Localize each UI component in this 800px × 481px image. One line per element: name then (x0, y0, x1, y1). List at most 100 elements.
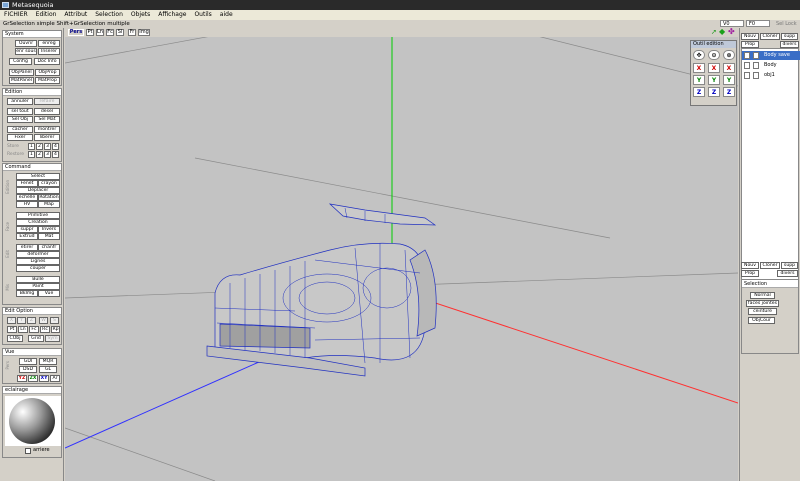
rotate-tool-icon[interactable]: ⊚ (723, 50, 735, 60)
z-scale-button[interactable]: Z (708, 87, 720, 97)
store-4-button[interactable]: 4 (52, 143, 59, 150)
refaire-button[interactable]: refaire (34, 98, 60, 105)
enr-sous-button[interactable]: enr sous (15, 48, 37, 55)
mat-button[interactable]: Mat (38, 233, 60, 240)
list-item[interactable]: Body save (742, 51, 800, 60)
deformer-button[interactable]: deformer (16, 251, 60, 258)
mat-cloner-button[interactable]: Cloner (760, 262, 780, 269)
map-button[interactable]: Map (38, 201, 60, 208)
montrer-button[interactable]: montrer (34, 126, 60, 133)
grid-button[interactable]: Grid (28, 335, 44, 342)
lock-checkbox[interactable] (753, 52, 759, 59)
menu-affichage[interactable]: Affichage (154, 10, 190, 20)
desel-button[interactable]: desel (34, 108, 60, 115)
sym-button[interactable]: Sym (45, 335, 60, 342)
lignes-button[interactable]: Lignes (16, 258, 60, 265)
z-move-button[interactable]: Z (693, 87, 705, 97)
fc-option-button[interactable]: Fc (29, 326, 39, 333)
rotation-button[interactable]: Rotation (38, 194, 60, 201)
zx-view-button[interactable]: ZX (28, 375, 38, 382)
light-sphere-preview[interactable] (5, 396, 61, 446)
mat-prop-button[interactable]: Prop (741, 270, 759, 277)
lock-checkbox[interactable] (753, 62, 759, 69)
sel-mat-button[interactable]: Sel Mat (34, 116, 60, 123)
menu-fichier[interactable]: FICHIER (0, 10, 32, 20)
store-1-button[interactable]: 1 (28, 143, 35, 150)
tab-ln[interactable]: Ln (96, 29, 104, 36)
restore-4-button[interactable]: 4 (52, 151, 59, 158)
ouvrir-button[interactable]: Ouvrir (15, 40, 37, 47)
lock-x-button[interactable]: X (7, 317, 16, 324)
menu-attribut[interactable]: Attribut (60, 10, 91, 20)
x-move-button[interactable]: X (693, 63, 705, 73)
config-button[interactable]: Config (9, 58, 32, 65)
mat-supp-button[interactable]: supp (781, 262, 798, 269)
invers-button[interactable]: Invers (38, 226, 60, 233)
menu-outils[interactable]: Outils (190, 10, 215, 20)
lock-w-button[interactable]: W (39, 317, 48, 324)
echelle-button[interactable]: echelle (16, 194, 38, 201)
move-icon[interactable]: ◆ (719, 28, 725, 36)
liberer-button[interactable]: liberer (34, 134, 60, 141)
cacher-button[interactable]: cacher (7, 126, 33, 133)
ar-view-button[interactable]: Ar (50, 375, 60, 382)
obj-divers-button[interactable]: divers (780, 41, 799, 48)
lock-checkbox[interactable] (753, 72, 759, 79)
y-scale-button[interactable]: Y (708, 75, 720, 85)
bulle-button[interactable]: Bulle (16, 276, 60, 283)
tab-sl[interactable]: Sl (116, 29, 124, 36)
mat-divers-button[interactable]: divers (777, 270, 798, 277)
paint-button[interactable]: Paint (16, 283, 60, 290)
x-scale-button[interactable]: X (708, 63, 720, 73)
suppr-button[interactable]: suppr (16, 226, 38, 233)
obj-prop-button[interactable]: Prop (741, 41, 759, 48)
y-move-button[interactable]: Y (693, 75, 705, 85)
rotate-icon[interactable]: ✤ (728, 28, 735, 36)
select-button[interactable]: Select (16, 173, 60, 180)
couper-button[interactable]: couper (16, 265, 60, 272)
mqr-button[interactable]: MQR (39, 358, 57, 365)
arriere-checkbox[interactable] (25, 448, 31, 454)
objcour-button[interactable]: ObjCour (748, 317, 775, 324)
mat-nouv-button[interactable]: Nouv (741, 262, 759, 269)
menu-aide[interactable]: aide (216, 10, 237, 20)
nav-arrow-icon[interactable]: ➚ (711, 29, 717, 36)
matpanel-button[interactable]: MatPanel (9, 77, 34, 84)
annuler-button[interactable]: annuler (7, 98, 33, 105)
menu-objets[interactable]: Objets (127, 10, 154, 20)
store-2-button[interactable]: 2 (36, 143, 43, 150)
vue-button[interactable]: Vue (38, 290, 60, 297)
gl-button[interactable]: GL (39, 366, 57, 373)
deplacer-button[interactable]: Deplacer (16, 187, 60, 194)
z-rotate-button[interactable]: Z (723, 87, 735, 97)
lock-z-button[interactable]: Z (27, 317, 36, 324)
hv-button[interactable]: HV (16, 201, 38, 208)
ln-option-button[interactable]: Ln (18, 326, 28, 333)
x-rotate-button[interactable]: X (723, 63, 735, 73)
chanfr-button[interactable]: chanfr (38, 244, 60, 251)
doc-info-button[interactable]: Doc Info (34, 58, 60, 65)
tab-fc[interactable]: Fc (106, 29, 114, 36)
xy-view-button[interactable]: XY (39, 375, 49, 382)
faces-jointes-button[interactable]: faces jointes (746, 300, 779, 307)
scale-icon[interactable]: ⊙ (708, 50, 720, 60)
objpanel-button[interactable]: ObjPanel (9, 69, 34, 76)
menu-edition[interactable]: Edition (32, 10, 61, 20)
visibility-checkbox[interactable] (744, 62, 750, 69)
tab-img[interactable]: Img (138, 29, 150, 36)
bkimg-button[interactable]: BkImg (16, 290, 38, 297)
sel-obj-button[interactable]: Sel Obj (7, 116, 33, 123)
creation-button[interactable]: Creation (16, 219, 60, 226)
sel-tout-button[interactable]: sel tout (7, 108, 33, 115)
cobj-button[interactable]: CObj (7, 335, 23, 342)
list-item[interactable]: obj1 (742, 71, 800, 80)
tab-pt[interactable]: Pt (86, 29, 94, 36)
ceinture-button[interactable]: ceinture (748, 308, 777, 315)
restore-3-button[interactable]: 3 (44, 151, 51, 158)
menu-selection[interactable]: Selection (91, 10, 127, 20)
restore-2-button[interactable]: 2 (36, 151, 43, 158)
fenet-button[interactable]: Fenet (16, 180, 38, 187)
obj-nouv-button[interactable]: Nouv (741, 33, 759, 40)
sel-lock-label[interactable]: Sel Lock (776, 20, 797, 28)
restore-1-button[interactable]: 1 (28, 151, 35, 158)
